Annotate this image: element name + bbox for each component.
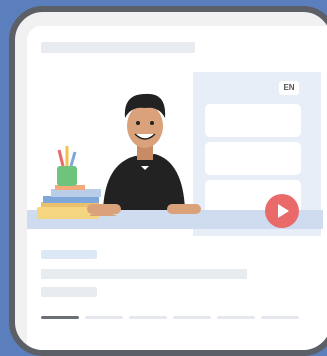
carousel-dot[interactable] — [173, 316, 211, 319]
carousel-dot[interactable] — [129, 316, 167, 319]
device-frame: EN — [9, 6, 327, 356]
pencil-cup-illustration — [57, 146, 77, 186]
app-screen: EN — [27, 26, 327, 350]
play-button[interactable] — [265, 194, 299, 228]
carousel-indicator — [41, 316, 301, 319]
text-placeholder — [41, 269, 247, 279]
carousel-dot[interactable] — [217, 316, 255, 319]
carousel-dot[interactable] — [85, 316, 123, 319]
subtitle-placeholder — [41, 250, 97, 259]
text-placeholder — [41, 287, 97, 297]
carousel-dot[interactable] — [261, 316, 299, 319]
carousel-dot[interactable] — [41, 316, 79, 319]
